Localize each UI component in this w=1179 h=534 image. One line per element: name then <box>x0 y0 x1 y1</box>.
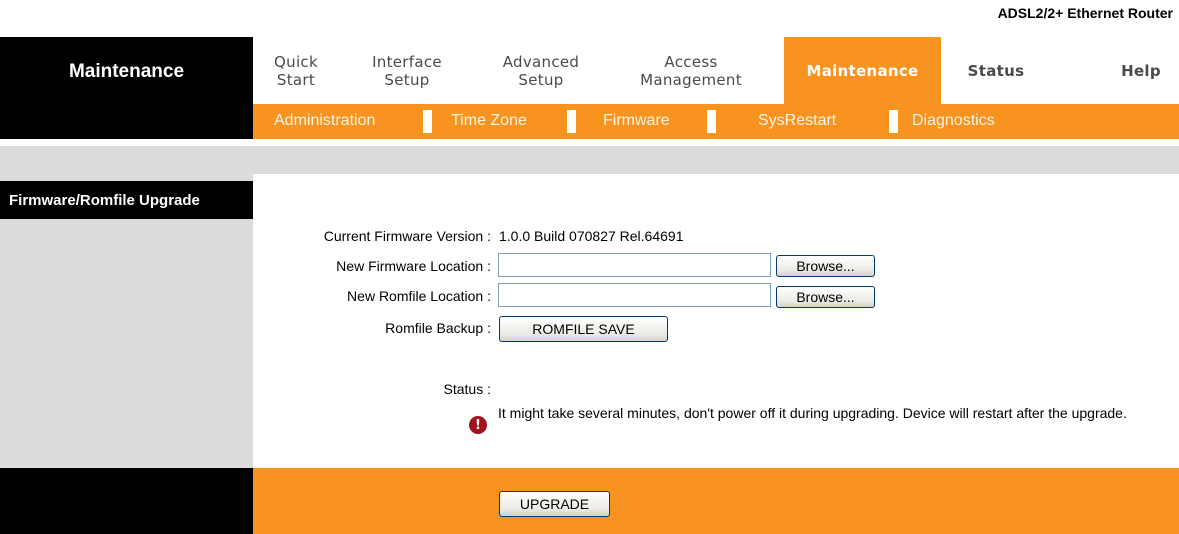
browse-romfile-button[interactable]: Browse... <box>776 286 875 308</box>
product-name: ADSL2/2+ Ethernet Router <box>997 5 1173 21</box>
subnav-divider <box>423 110 432 133</box>
subnav-administration[interactable]: Administration <box>274 112 375 130</box>
subnav-time-zone[interactable]: Time Zone <box>451 112 527 130</box>
subnav-diagnostics[interactable]: Diagnostics <box>912 112 995 130</box>
status-label: Status : <box>443 381 491 397</box>
footer-bar <box>253 468 1179 534</box>
subnav-firmware[interactable]: Firmware <box>603 112 670 130</box>
nav-access-management[interactable]: Access Management <box>615 37 767 104</box>
subnav-divider <box>889 110 898 133</box>
nav-help[interactable]: Help <box>1111 37 1171 104</box>
new-firmware-label: New Firmware Location : <box>336 258 491 274</box>
page-title: Maintenance <box>68 61 185 82</box>
romfile-save-button[interactable]: ROMFILE SAVE <box>499 316 668 342</box>
new-firmware-input[interactable] <box>498 253 771 277</box>
current-firmware-label: Current Firmware Version : <box>323 228 491 244</box>
upgrade-button[interactable]: UPGRADE <box>499 491 610 517</box>
sub-nav: Administration Time Zone Firmware SysRes… <box>253 104 1179 139</box>
nav-status[interactable]: Status <box>956 37 1036 104</box>
nav-maintenance[interactable]: Maintenance <box>784 37 941 104</box>
spacer-strip <box>0 146 1179 174</box>
subnav-divider <box>567 110 576 133</box>
romfile-backup-label: Romfile Backup : <box>385 320 491 336</box>
nav-quick-start[interactable]: Quick Start <box>261 37 331 104</box>
section-title: Firmware/Romfile Upgrade <box>0 181 253 219</box>
status-message: It might take several minutes, don't pow… <box>498 405 1127 421</box>
subnav-sysrestart[interactable]: SysRestart <box>758 112 836 130</box>
new-romfile-label: New Romfile Location : <box>347 288 491 304</box>
footer-left-panel <box>0 468 253 534</box>
new-romfile-input[interactable] <box>498 283 771 307</box>
current-firmware-value: 1.0.0 Build 070827 Rel.64691 <box>499 228 684 244</box>
subnav-divider <box>707 110 716 133</box>
nav-interface-setup[interactable]: Interface Setup <box>363 37 451 104</box>
main-nav: Quick Start Interface Setup Advanced Setup … <box>253 37 1179 104</box>
exclamation-circle-icon: ! <box>469 416 487 434</box>
nav-advanced-setup[interactable]: Advanced Setup <box>489 37 593 104</box>
browse-firmware-button[interactable]: Browse... <box>776 255 875 277</box>
